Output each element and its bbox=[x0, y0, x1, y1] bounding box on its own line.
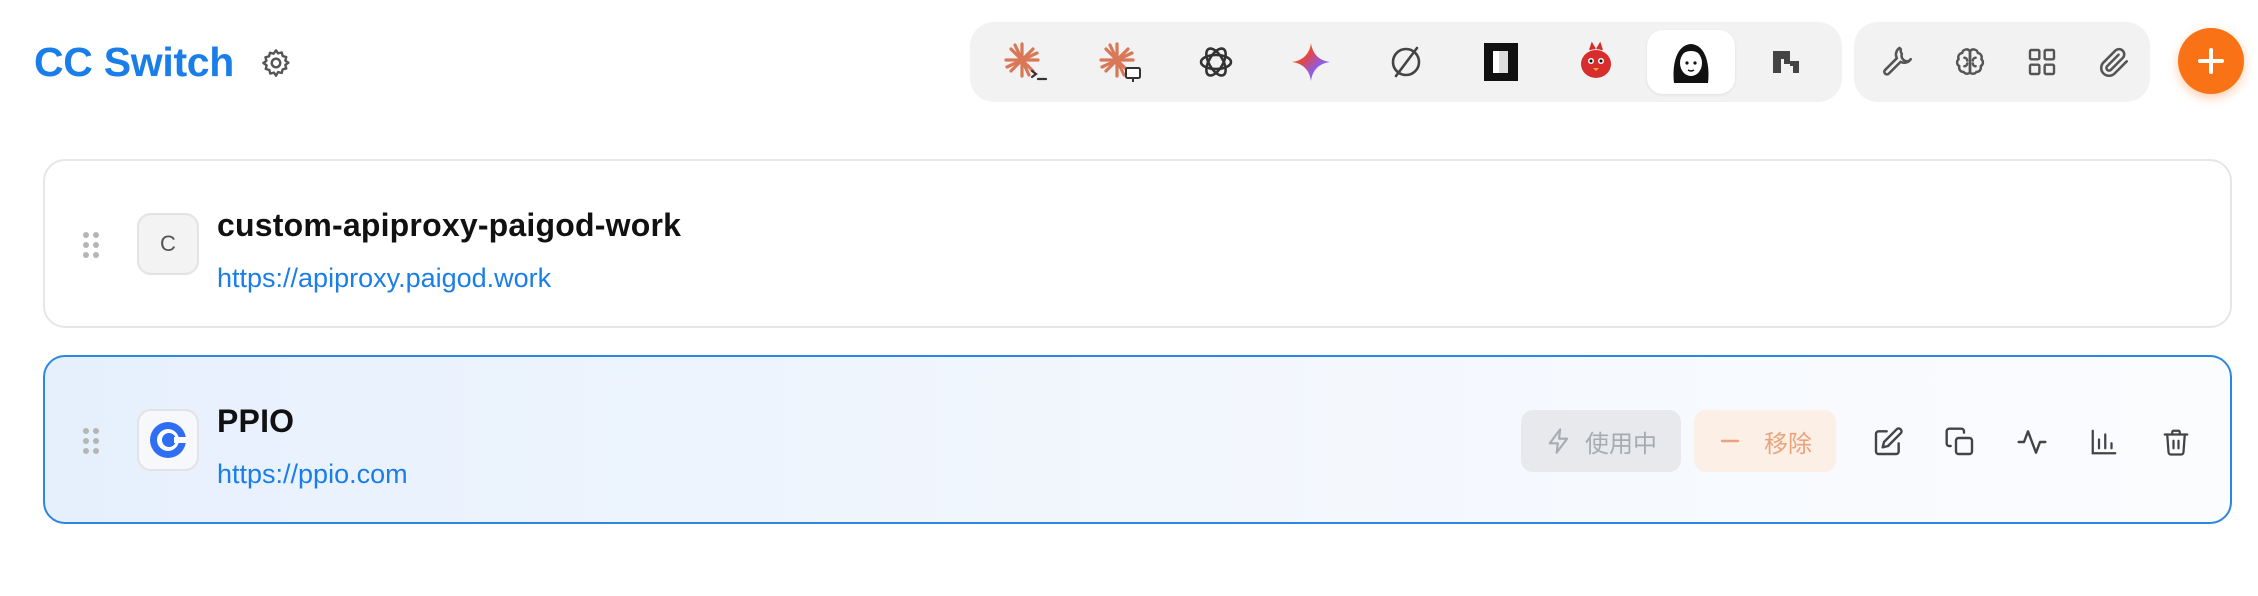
provider-name: PPIO bbox=[217, 403, 295, 439]
red-bird-icon bbox=[1581, 41, 1611, 78]
provider-url[interactable]: https://ppio.com bbox=[217, 457, 408, 491]
provider-name: custom-apiproxy-paigod-work bbox=[217, 207, 682, 243]
in-use-label: 使用中 bbox=[1585, 430, 1657, 458]
usage-stats-button[interactable] bbox=[2081, 419, 2127, 465]
openai-icon bbox=[1199, 47, 1233, 77]
app-cursor-button[interactable] bbox=[1457, 30, 1545, 94]
remove-label: 移除 bbox=[1764, 430, 1812, 458]
provider-avatar bbox=[137, 409, 199, 471]
app-switcher bbox=[970, 22, 1842, 102]
opencode-icon bbox=[1391, 46, 1421, 78]
remove-button[interactable]: 移除 bbox=[1694, 410, 1836, 472]
duplicate-button[interactable] bbox=[1937, 419, 1983, 465]
add-provider-button[interactable] bbox=[2178, 28, 2244, 94]
app-character-button[interactable] bbox=[1647, 30, 1735, 94]
provider-card-active[interactable]: PPIO https://ppio.com 使用中 移除 bbox=[43, 355, 2232, 524]
drag-handle[interactable] bbox=[79, 229, 103, 261]
app-droid-button[interactable] bbox=[1552, 30, 1640, 94]
paperclip-icon bbox=[2099, 47, 2129, 78]
claude-desktop-icon bbox=[1099, 42, 1141, 82]
grid-icon bbox=[2028, 48, 2056, 76]
app-claude-desktop-button[interactable] bbox=[1077, 30, 1165, 94]
brain-icon bbox=[1955, 48, 1985, 75]
edit-button[interactable] bbox=[1865, 419, 1911, 465]
ppio-logo-icon bbox=[150, 422, 186, 458]
drag-handle[interactable] bbox=[79, 425, 103, 457]
wrench-icon bbox=[1883, 46, 1913, 76]
gemini-icon bbox=[1292, 43, 1330, 81]
delete-button[interactable] bbox=[2153, 419, 2199, 465]
gear-icon bbox=[262, 49, 290, 77]
minus-icon bbox=[1720, 439, 1740, 443]
tools-button[interactable] bbox=[1866, 30, 1930, 94]
provider-card[interactable]: C custom-apiproxy-paigod-work https://ap… bbox=[43, 159, 2232, 328]
app-pixel-button[interactable] bbox=[1742, 30, 1830, 94]
in-use-button[interactable]: 使用中 bbox=[1521, 410, 1681, 472]
apps-grid-button[interactable] bbox=[2010, 30, 2074, 94]
header: CC Switch bbox=[0, 0, 2258, 125]
trash-icon bbox=[2163, 429, 2189, 456]
plus-icon bbox=[2198, 48, 2224, 74]
speed-test-button[interactable] bbox=[2009, 419, 2055, 465]
provider-avatar: C bbox=[137, 213, 199, 275]
attachment-button[interactable] bbox=[2082, 30, 2146, 94]
claude-terminal-icon bbox=[1004, 42, 1048, 81]
provider-url[interactable]: https://apiproxy.paigod.work bbox=[217, 261, 551, 295]
app-title: CC Switch bbox=[34, 39, 235, 85]
bar-chart-icon bbox=[2091, 429, 2117, 455]
edit-icon bbox=[1874, 427, 1903, 456]
memory-button[interactable] bbox=[1938, 30, 2002, 94]
settings-button[interactable] bbox=[256, 43, 296, 83]
app-claude-code-button[interactable] bbox=[982, 30, 1070, 94]
copy-icon bbox=[1945, 427, 1974, 456]
tools-toolbar bbox=[1854, 22, 2150, 102]
activity-icon bbox=[2017, 430, 2047, 454]
cursor-icon bbox=[1484, 43, 1518, 81]
app-opencode-button[interactable] bbox=[1362, 30, 1450, 94]
girl-avatar-icon bbox=[1673, 44, 1709, 83]
app-gemini-button[interactable] bbox=[1267, 30, 1355, 94]
grip-icon bbox=[83, 232, 99, 258]
pixel-logo-icon bbox=[1773, 51, 1799, 73]
app-codex-button[interactable] bbox=[1172, 30, 1260, 94]
grip-icon bbox=[83, 428, 99, 454]
lightning-icon bbox=[1548, 428, 1569, 454]
